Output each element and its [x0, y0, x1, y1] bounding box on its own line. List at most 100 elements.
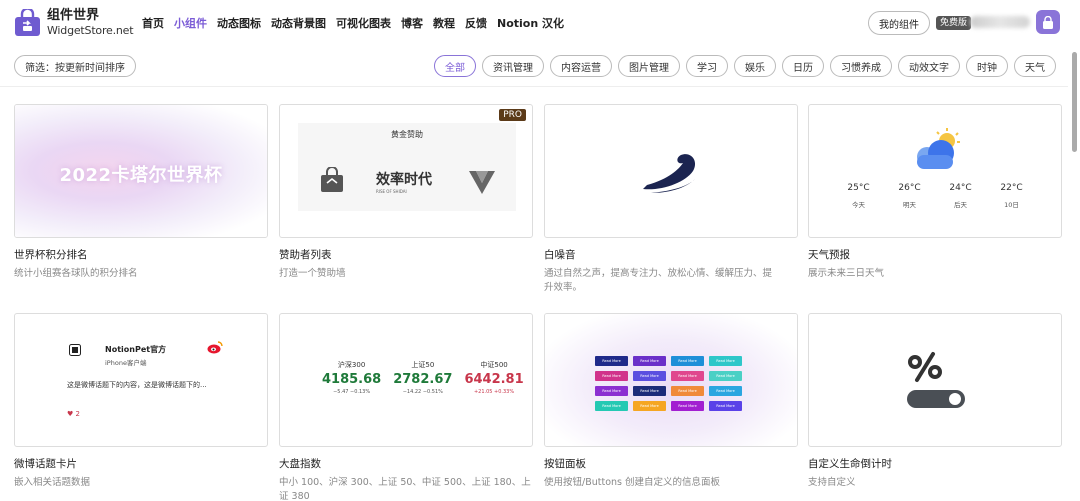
category-news[interactable]: 资讯管理: [482, 55, 544, 77]
widget-card-market-index[interactable]: 沪深300 4185.68 −5.47 −0.13% 上证50 2782.67 …: [279, 313, 533, 501]
market-index: 上证50 2782.67 −14.22 −0.51%: [393, 360, 452, 395]
nav-item-tutorials[interactable]: 教程: [433, 15, 455, 31]
weibo-account: NotionPet官方 iPhone客户端: [105, 344, 166, 367]
preview-text: 2022卡塔尔世界杯: [59, 165, 223, 186]
forecast-temp: 22°C: [1000, 183, 1023, 193]
widget-card-life-countdown[interactable]: 自定义生命倒计时 支持自定义: [808, 313, 1062, 490]
lock-icon: [1043, 15, 1053, 29]
panel-button: Read More: [595, 401, 628, 411]
main-nav: 首页 小组件 动态图标 动态背景图 可视化图表 博客 教程 反馈 Notion …: [142, 15, 564, 31]
panel-button: Read More: [633, 401, 666, 411]
card-preview[interactable]: Read More Read More Read More Read More Read…: [544, 313, 798, 447]
sort-filter-button[interactable]: 筛选：按更新时间排序: [14, 55, 136, 77]
pro-badge: PRO: [499, 109, 526, 121]
sponsor-tier-label: 黄金赞助: [391, 130, 423, 139]
card-preview[interactable]: PRO 黄金赞助 效率时代 RISE OF SHIDAI: [279, 104, 533, 238]
card-description: 中小 100、沪深 300、上证 50、中证 500、上证 180、上证 380: [279, 477, 531, 501]
top-header: 组件世界 WidgetStore.net 首页 小组件 动态图标 动态背景图 可…: [0, 0, 1080, 46]
widget-card-weather[interactable]: 25°C 今天 26°C 明天 24°C 后天 22°C 10日 天气预报 展示未来三日…: [808, 104, 1062, 281]
category-habits[interactable]: 习惯养成: [830, 55, 892, 77]
logo-icon[interactable]: [14, 9, 41, 37]
card-description: 支持自定义: [808, 477, 856, 488]
panel-button: Read More: [671, 371, 704, 381]
category-tabs: 全部 资讯管理 内容运营 图片管理 学习 娱乐 日历 习惯养成 动效文字 时钟 …: [434, 55, 1056, 77]
brand-name: 组件世界: [47, 8, 100, 23]
card-title[interactable]: 白噪音: [544, 247, 798, 262]
forecast-temp: 25°C: [847, 183, 870, 193]
card-title[interactable]: 天气预报: [808, 247, 1062, 262]
v-logo-icon: [469, 171, 495, 194]
card-title[interactable]: 按钮面板: [544, 456, 798, 471]
wave-icon: [643, 154, 696, 193]
weibo-account-name: NotionPet官方: [105, 345, 167, 354]
my-widgets-button[interactable]: 我的组件: [868, 11, 930, 35]
nav-item-dynamic-icons[interactable]: 动态图标: [217, 15, 261, 31]
nav-item-widgets[interactable]: 小组件: [174, 15, 207, 31]
sun-cloud-icon: [917, 128, 960, 169]
category-entertainment[interactable]: 娱乐: [734, 55, 776, 77]
index-change: +21.05 +0.33%: [473, 389, 515, 395]
card-preview[interactable]: 2022卡塔尔世界杯: [14, 104, 268, 238]
card-preview[interactable]: NotionPet官方 iPhone客户端 这是微博话题下的内容，这是微博话题下…: [14, 313, 268, 447]
market-index: 中证500 6442.81 +21.05 +0.33%: [464, 360, 523, 395]
weibo-icon: [207, 341, 223, 354]
weibo-like-count: 2: [75, 410, 80, 418]
nav-item-charts[interactable]: 可视化图表: [336, 15, 391, 31]
category-content[interactable]: 内容运营: [550, 55, 612, 77]
brand[interactable]: 组件世界 WidgetStore.net: [47, 8, 134, 37]
widget-card-white-noise[interactable]: 白噪音 通过自然之声，提高专注力、放松心情、缓解压力、提升效率。: [544, 104, 798, 295]
card-title[interactable]: 赞助者列表: [279, 247, 533, 262]
index-value: 2782.67: [393, 372, 453, 387]
category-clock[interactable]: 时钟: [966, 55, 1008, 77]
sponsor-brand-sub: RISE OF SHIDAI: [376, 189, 407, 194]
forecast-day: 24°C 后天: [949, 183, 971, 209]
card-description: 使用按钮/Buttons 创建自定义的信息面板: [544, 477, 720, 488]
card-title[interactable]: 自定义生命倒计时: [808, 456, 1062, 471]
nav-item-blog[interactable]: 博客: [401, 15, 423, 31]
panel-button: Read More: [709, 386, 742, 396]
forecast-day-label: 后天: [954, 201, 967, 209]
sponsor-brand: 效率时代: [376, 172, 432, 188]
card-preview[interactable]: [808, 313, 1062, 447]
category-all[interactable]: 全部: [434, 55, 476, 77]
button-grid: Read More Read More Read More Read More Read…: [595, 356, 742, 411]
avatar: [69, 344, 81, 356]
card-description: 展示未来三日天气: [808, 268, 885, 279]
weibo-account-source: iPhone客户端: [105, 359, 147, 367]
card-preview[interactable]: [544, 104, 798, 238]
account-button[interactable]: [1036, 10, 1060, 34]
card-preview[interactable]: 沪深300 4185.68 −5.47 −0.13% 上证50 2782.67 …: [279, 313, 533, 447]
widget-card-sponsors[interactable]: PRO 黄金赞助 效率时代 RISE OF SHIDAI 赞助者列表 打造一个赞…: [279, 104, 533, 281]
widget-card-button-panel[interactable]: Read More Read More Read More Read More Read…: [544, 313, 798, 490]
category-animated-text[interactable]: 动效文字: [898, 55, 960, 77]
category-calendar[interactable]: 日历: [782, 55, 824, 77]
nav-item-dynamic-backgrounds[interactable]: 动态背景图: [271, 15, 326, 31]
forecast-day-label: 今天: [852, 201, 865, 209]
nav-item-feedback[interactable]: 反馈: [465, 15, 487, 31]
card-title[interactable]: 大盘指数: [279, 456, 533, 471]
nav-item-home[interactable]: 首页: [142, 15, 164, 31]
weibo-likes: ♥ 2: [67, 410, 80, 418]
scrollbar-thumb[interactable]: [1072, 52, 1077, 152]
forecast-temp: 24°C: [949, 183, 972, 193]
brand-domain: WidgetStore.net: [47, 24, 134, 37]
panel-button: Read More: [633, 356, 666, 366]
widget-card-worldcup[interactable]: 2022卡塔尔世界杯 世界杯积分排名 统计小组赛各球队的积分排名: [14, 104, 268, 281]
panel-button: Read More: [595, 371, 628, 381]
card-preview[interactable]: 25°C 今天 26°C 明天 24°C 后天 22°C 10日: [808, 104, 1062, 238]
scrollbar[interactable]: [1070, 52, 1078, 492]
category-images[interactable]: 图片管理: [618, 55, 680, 77]
widget-card-weibo[interactable]: NotionPet官方 iPhone客户端 这是微博话题下的内容，这是微博话题下…: [14, 313, 268, 490]
card-title[interactable]: 世界杯积分排名: [14, 247, 268, 262]
forecast-day: 26°C 明天: [898, 183, 920, 209]
panel-button: Read More: [671, 386, 704, 396]
card-title[interactable]: 微博话题卡片: [14, 456, 268, 471]
nav-item-notion-cn[interactable]: Notion 汉化: [497, 15, 564, 31]
category-study[interactable]: 学习: [686, 55, 728, 77]
card-description: 统计小组赛各球队的积分排名: [14, 268, 138, 279]
panel-button: Read More: [709, 401, 742, 411]
index-value: 4185.68: [322, 372, 382, 387]
user-name-redacted[interactable]: [970, 16, 1030, 28]
category-weather[interactable]: 天气: [1014, 55, 1056, 77]
index-change: −5.47 −0.13%: [333, 389, 371, 395]
